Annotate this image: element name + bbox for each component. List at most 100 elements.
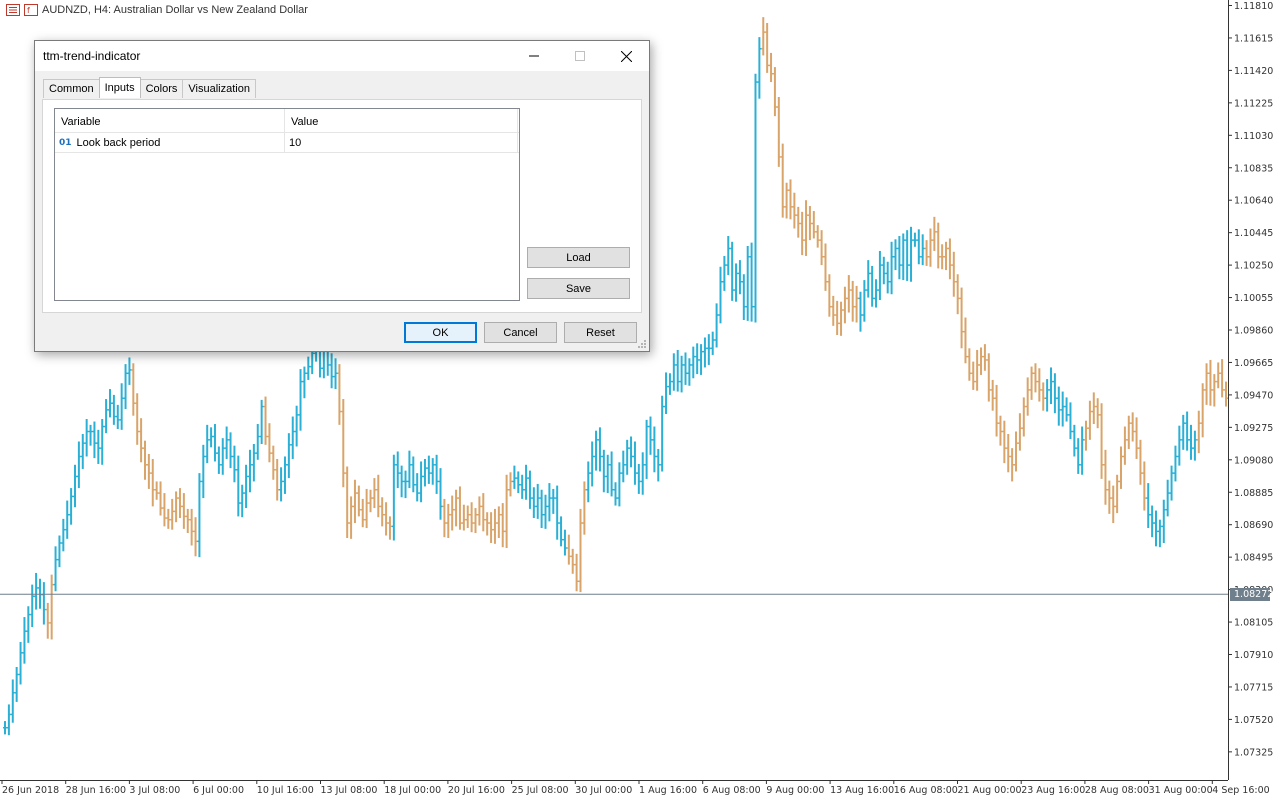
price-bar <box>481 493 486 532</box>
x-tick-label: 6 Aug 08:00 <box>703 785 761 796</box>
x-tick-label: 18 Jul 00:00 <box>384 785 441 796</box>
price-bar <box>702 337 707 368</box>
price-bar <box>570 548 575 574</box>
price-bar <box>718 266 723 324</box>
price-bar <box>30 584 35 628</box>
tab-inputs[interactable]: Inputs <box>98 77 141 98</box>
price-bar <box>730 241 735 301</box>
price-bar <box>757 37 762 99</box>
price-bar <box>1130 412 1135 442</box>
price-bar <box>49 574 54 640</box>
price-bar <box>1161 499 1166 544</box>
current-price-tag: 1.08272 <box>1230 587 1273 601</box>
price-bar <box>384 502 389 536</box>
x-tick-label: 9 Aug 00:00 <box>766 785 824 796</box>
price-bar <box>625 439 630 475</box>
price-bar <box>710 331 715 355</box>
y-tick-label: 1.09860 <box>1234 326 1273 337</box>
price-bar <box>582 481 587 535</box>
price-bar <box>76 441 81 489</box>
price-bar <box>154 481 159 500</box>
x-tick-label: 20 Jul 16:00 <box>448 785 505 796</box>
x-tick-label: 1 Aug 16:00 <box>639 785 697 796</box>
price-bar <box>644 419 649 479</box>
price-bar <box>1122 426 1127 465</box>
chart-list-icon[interactable] <box>6 4 20 16</box>
x-tick-label: 21 Aug 00:00 <box>958 785 1022 796</box>
variable-cell[interactable]: 01 Look back period <box>55 133 285 152</box>
price-bar <box>201 444 206 499</box>
price-bar <box>804 200 809 256</box>
save-button[interactable]: Save <box>527 278 630 299</box>
tab-visualization[interactable]: Visualization <box>182 79 256 98</box>
price-bar <box>683 352 688 385</box>
inputs-grid[interactable]: Variable Value 01 Look back period 10 <box>54 108 520 301</box>
price-bar <box>496 506 501 539</box>
indicator-icon[interactable]: f <box>24 4 38 16</box>
dialog-titlebar[interactable]: ttm-trend-indicator <box>35 41 649 71</box>
price-bar <box>461 504 466 531</box>
x-tick-label: 13 Aug 16:00 <box>830 785 894 796</box>
price-bar <box>220 438 225 475</box>
price-bar <box>352 479 357 524</box>
price-bar <box>827 274 832 317</box>
price-bar <box>1080 426 1085 475</box>
price-bar <box>605 454 610 494</box>
column-header-value[interactable]: Value <box>285 109 518 133</box>
column-header-variable[interactable]: Variable <box>55 109 285 133</box>
price-bar <box>1021 397 1026 437</box>
price-bar <box>1185 411 1190 451</box>
price-bar <box>399 465 404 498</box>
minimize-button[interactable] <box>511 41 557 71</box>
price-bar <box>193 517 198 557</box>
price-bar <box>150 458 155 507</box>
price-bar <box>819 230 824 266</box>
price-bar <box>135 393 140 445</box>
price-bar <box>434 454 439 494</box>
tab-common[interactable]: Common <box>43 79 100 98</box>
price-bar <box>998 415 1003 446</box>
price-bar <box>975 349 980 391</box>
price-bar <box>784 182 789 219</box>
reset-button[interactable]: Reset <box>564 322 637 343</box>
price-bar <box>578 508 583 593</box>
y-tick-label: 1.11810 <box>1234 1 1273 12</box>
price-bar <box>769 52 774 83</box>
y-tick-label: 1.09080 <box>1234 455 1273 466</box>
price-bar <box>761 17 766 56</box>
resize-grip-icon[interactable] <box>637 339 647 349</box>
price-bar <box>302 366 307 399</box>
price-bar <box>380 497 385 527</box>
y-tick-label: 1.11225 <box>1234 98 1273 109</box>
price-bar <box>181 493 186 529</box>
table-row[interactable]: 01 Look back period 10 <box>55 133 519 153</box>
price-bar <box>1025 377 1030 416</box>
price-bar <box>850 280 855 322</box>
price-bar <box>1033 363 1038 393</box>
x-tick-label: 28 Aug 08:00 <box>1085 785 1149 796</box>
tab-colors[interactable]: Colors <box>139 79 184 98</box>
price-bar <box>267 423 272 463</box>
price-bar <box>586 461 591 503</box>
price-bar <box>1134 417 1139 459</box>
price-bar <box>387 516 392 540</box>
maximize-button[interactable] <box>557 41 603 71</box>
ok-button[interactable]: OK <box>404 322 477 343</box>
close-button[interactable] <box>603 41 649 71</box>
price-bar <box>1212 374 1217 407</box>
price-bar <box>726 235 731 276</box>
price-bar <box>177 488 182 519</box>
price-bar <box>815 225 820 248</box>
price-bar <box>45 602 50 639</box>
variable-value[interactable]: 10 <box>289 133 301 153</box>
value-cell[interactable]: 10 <box>285 133 518 152</box>
price-bar <box>1150 505 1155 538</box>
price-bar <box>1169 465 1174 501</box>
load-button[interactable]: Load <box>527 247 630 268</box>
variable-name: Look back period <box>76 136 161 149</box>
price-bar <box>356 485 361 517</box>
y-tick-label: 1.09665 <box>1234 358 1273 369</box>
cancel-button[interactable]: Cancel <box>484 322 557 343</box>
price-bar <box>866 260 871 298</box>
price-bar <box>500 503 505 548</box>
